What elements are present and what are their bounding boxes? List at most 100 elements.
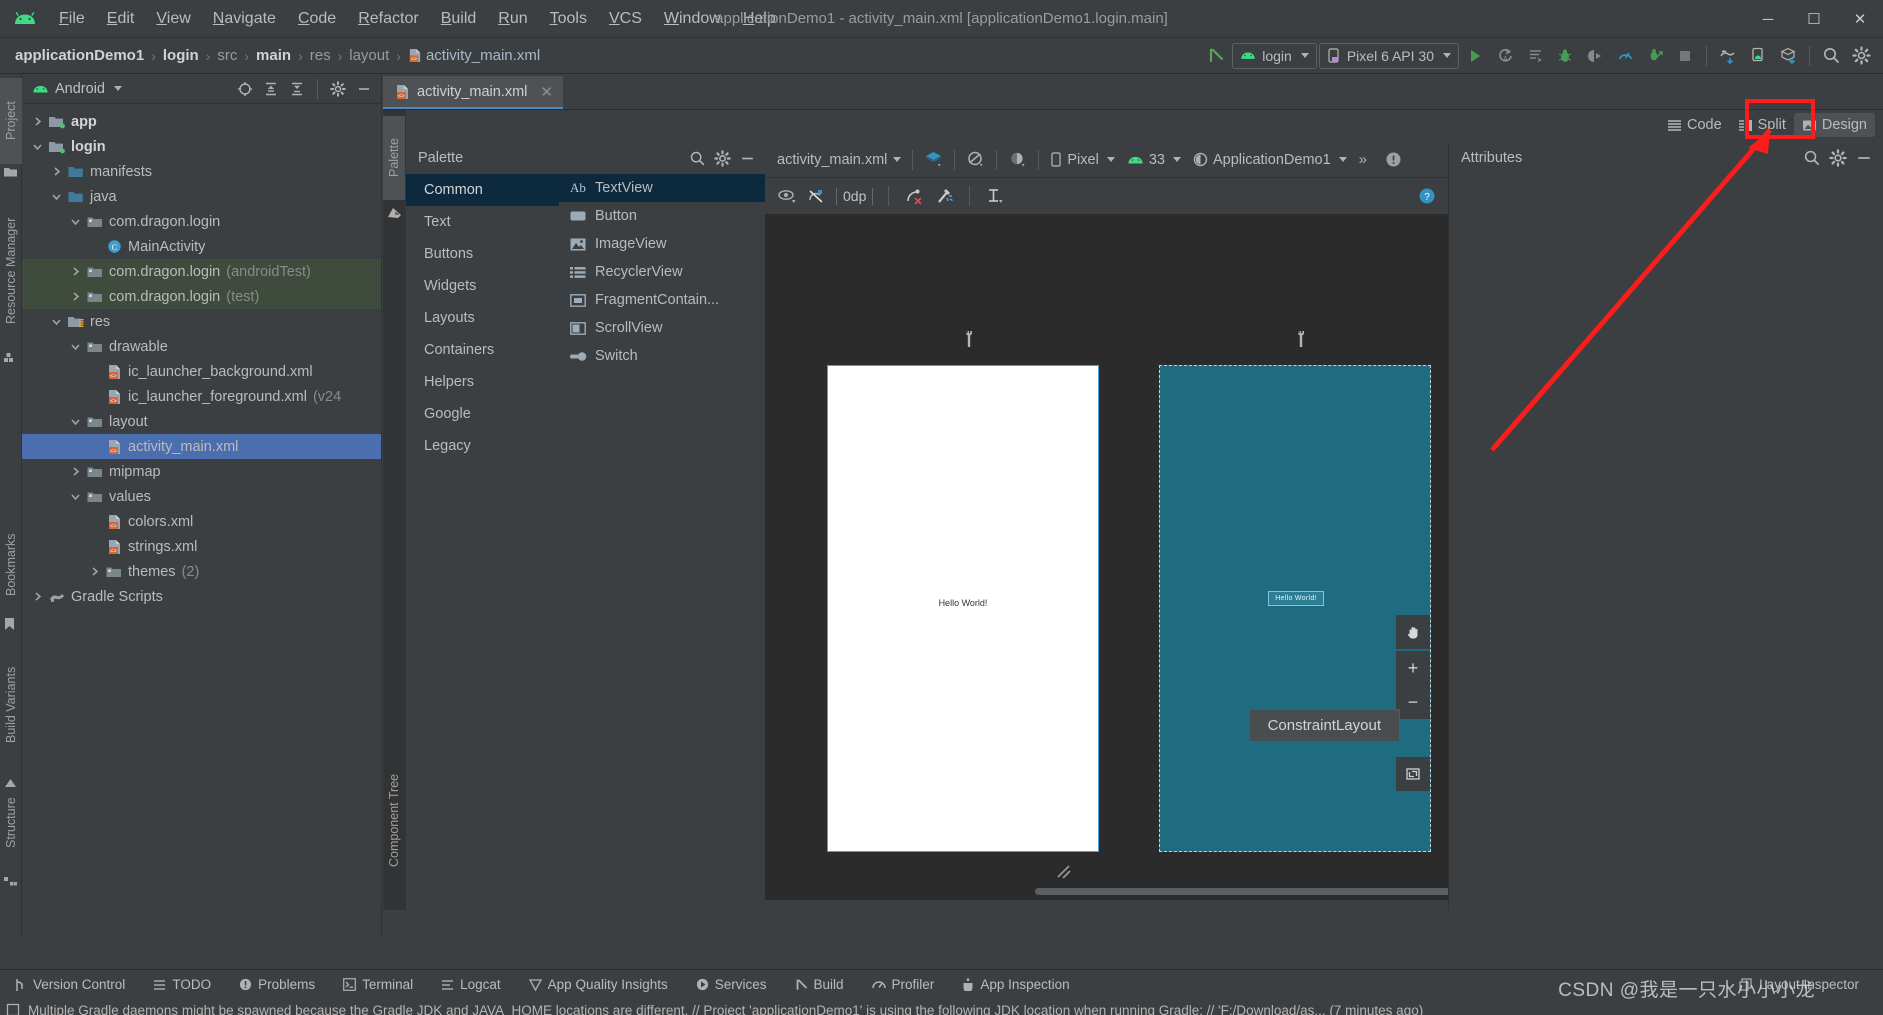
breadcrumb-item-login[interactable]: login [158,45,204,66]
tree-node-com-dragon-login[interactable]: com.dragon.login (test) [22,284,381,309]
tree-node-gradle-scripts[interactable]: Gradle Scripts [22,584,381,609]
default-margin-field[interactable]: 0dp [836,187,874,205]
infer-constraints-icon[interactable] [934,187,954,205]
palette-category-google[interactable]: Google [406,398,559,430]
menu-file[interactable]: File [48,7,96,31]
design-canvas[interactable]: 0dp ? Hello World! Hello World! + − Cons… [765,178,1448,900]
palette-category-common[interactable]: Common [406,174,559,206]
zoom-in-button[interactable]: + [1396,651,1430,685]
design-toolbar-overflow[interactable]: » [1359,151,1367,168]
view-mode-code[interactable]: Code [1659,113,1730,137]
tree-node-com-dragon-login[interactable]: com.dragon.login [22,209,381,234]
build-icon[interactable] [1202,43,1230,69]
palette-category-layouts[interactable]: Layouts [406,302,559,334]
palette-category-text[interactable]: Text [406,206,559,238]
chevron-right-icon[interactable] [66,266,84,277]
chevron-down-icon[interactable] [66,416,84,427]
palette-category-containers[interactable]: Containers [406,334,559,366]
search-icon[interactable] [686,147,708,169]
theme-selector[interactable]: ApplicationDemo1 [1193,152,1347,168]
rerun-icon[interactable]: A [1491,43,1519,69]
search-icon[interactable] [1801,147,1823,169]
device-manager-icon[interactable] [1714,43,1742,69]
minimize-button[interactable]: ─ [1745,0,1791,38]
breadcrumb-item-main[interactable]: main [251,45,296,66]
menu-code[interactable]: Code [287,7,347,31]
view-mode-design[interactable]: Design [1793,113,1875,137]
tool-window-profiler[interactable]: Profiler [858,977,949,992]
api-level-selector[interactable]: 33 [1127,152,1181,168]
palette-item-switch[interactable]: Switch [559,342,765,370]
view-mode-split[interactable]: Split [1730,113,1794,137]
help-icon[interactable]: ? [1418,187,1436,205]
tree-node-app[interactable]: app [22,109,381,134]
tool-window-build[interactable]: Build [781,977,858,992]
design-surface-wrench-icon[interactable] [963,330,975,352]
attach-debugger-icon[interactable] [1641,43,1669,69]
menu-run[interactable]: Run [487,7,538,31]
tree-node-com-dragon-login[interactable]: com.dragon.login (androidTest) [22,259,381,284]
tool-stripe-bookmarks[interactable]: Bookmarks [0,514,22,616]
palette-category-legacy[interactable]: Legacy [406,430,559,462]
expand-all-icon[interactable] [260,78,282,100]
palette-category-buttons[interactable]: Buttons [406,238,559,270]
tree-node-mipmap[interactable]: mipmap [22,459,381,484]
breadcrumb-item-src[interactable]: src [212,45,242,66]
tree-node-login[interactable]: login [22,134,381,159]
blueprint-wrench-icon[interactable] [1295,330,1307,352]
menu-view[interactable]: View [145,7,201,31]
visibility-icon[interactable] [777,188,797,204]
tool-window-problems[interactable]: Problems [225,977,329,992]
breadcrumb-item-applicationdemo1[interactable]: applicationDemo1 [10,45,149,66]
chevron-right-icon[interactable] [28,116,46,127]
tool-stripe-resource-manager[interactable]: Resource Manager [0,192,22,350]
hide-icon[interactable] [1853,147,1875,169]
chevron-down-icon[interactable] [66,216,84,227]
close-icon[interactable]: ✕ [540,83,553,101]
tree-node-layout[interactable]: layout [22,409,381,434]
tool-window-terminal[interactable]: Terminal [329,977,427,992]
breadcrumb-item-activity-main-xml[interactable]: <> activity_main.xml [403,45,545,66]
menu-help[interactable]: Help [732,7,787,31]
chevron-right-icon[interactable] [85,566,103,577]
orientation-icon[interactable] [1008,150,1027,169]
device-preview-selector[interactable]: Pixel [1050,152,1115,168]
tool-stripe-build-variants[interactable]: Build Variants [0,634,22,776]
device-selector[interactable]: Pixel 6 API 30 [1318,42,1459,69]
tool-stripe-project[interactable]: Project [0,78,22,164]
zoom-to-fit-button[interactable] [1396,757,1430,791]
menu-navigate[interactable]: Navigate [202,7,287,31]
sdk-manager-icon[interactable] [1774,43,1802,69]
edit-configurations-icon[interactable] [1521,43,1549,69]
menu-build[interactable]: Build [430,7,488,31]
tool-window-services[interactable]: Services [682,977,781,992]
palette-item-textview[interactable]: Ab TextView [559,174,765,202]
select-opened-file-icon[interactable] [234,78,256,100]
zoom-out-button[interactable]: − [1396,685,1430,719]
tool-window-logcat[interactable]: Logcat [427,977,515,992]
tree-node-activity-main-xml[interactable]: <> activity_main.xml [22,434,381,459]
palette-stripe-label[interactable]: Palette [383,116,405,200]
device-preview-blueprint[interactable]: Hello World! [1159,365,1431,852]
chevron-down-icon[interactable] [28,141,46,152]
gear-icon[interactable] [711,147,733,169]
tool-window-app-inspection[interactable]: App Inspection [948,977,1083,992]
component-tree-stripe-label[interactable]: Component Tree [383,760,405,880]
menu-tools[interactable]: Tools [539,7,598,31]
hide-icon[interactable] [736,147,758,169]
tree-node-ic-launcher-background-xml[interactable]: <> ic_launcher_background.xml [22,359,381,384]
palette-item-recyclerview[interactable]: RecyclerView [559,258,765,286]
settings-icon[interactable] [1847,43,1875,69]
run-icon[interactable] [1461,43,1489,69]
stop-icon[interactable] [1671,43,1699,69]
run-configuration-selector[interactable]: login [1232,42,1317,69]
menu-edit[interactable]: Edit [96,7,146,31]
horizontal-scrollbar[interactable] [765,886,1448,896]
component-tree-stripe[interactable]: Component Tree [383,760,406,910]
autoconnect-off-icon[interactable] [807,188,826,205]
event-log-icon[interactable] [6,1003,20,1015]
chevron-down-icon[interactable] [66,341,84,352]
chevron-right-icon[interactable] [47,166,65,177]
resize-handle-icon[interactable] [1055,863,1073,885]
tree-node-java[interactable]: java [22,184,381,209]
